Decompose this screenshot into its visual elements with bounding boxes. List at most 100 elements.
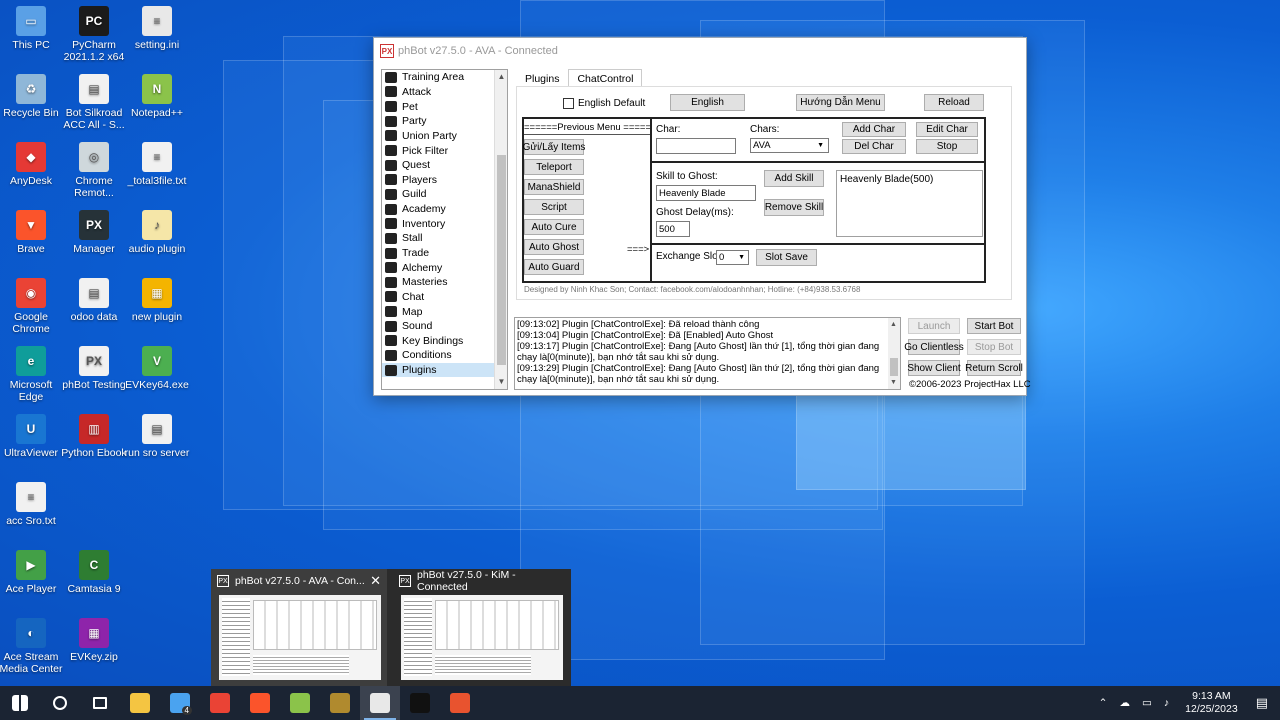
scroll-down-icon[interactable]: ▼ [495, 375, 507, 389]
exchange-slot-select[interactable]: 0 ▼ [716, 250, 749, 265]
thumbnail-kim[interactable]: PX phBot v27.5.0 - KiM - Connected [393, 569, 569, 686]
notification-icon[interactable]: ▤ [1256, 695, 1268, 711]
show-client-button[interactable]: Show Client [907, 360, 961, 376]
menu-button[interactable]: Gửi/Lấy Items [523, 139, 585, 155]
desktop-icon[interactable]: ▤ run sro server [124, 414, 190, 459]
add-skill-button[interactable]: Add Skill [764, 170, 824, 187]
menu-button[interactable]: Auto Cure [524, 219, 584, 235]
desktop-icon[interactable]: ▭ This PC [0, 6, 64, 51]
start-bot-button[interactable]: Start Bot [967, 318, 1021, 334]
cloud-icon[interactable]: ☁ [1119, 697, 1130, 709]
nav-item-attack[interactable]: Attack [382, 85, 507, 100]
desktop-icon[interactable]: ≡ _total3file.txt [124, 142, 190, 187]
char-input[interactable] [656, 138, 736, 154]
thumbnail-ava[interactable]: PX phBot v27.5.0 - AVA - Con... ✕ [211, 569, 387, 686]
close-icon[interactable]: ✕ [370, 573, 381, 589]
menu-button[interactable]: Script [524, 199, 584, 215]
nav-item-pet[interactable]: Pet [382, 99, 507, 114]
nav-scrollbar[interactable]: ▲ ▼ [494, 70, 507, 389]
nav-item-players[interactable]: Players [382, 172, 507, 187]
nav-item-party[interactable]: Party [382, 114, 507, 129]
desktop-icon[interactable]: PC PyCharm 2021.1.2 x64 [61, 6, 127, 63]
desktop-icon[interactable]: ♻ Recycle Bin [0, 74, 64, 119]
nav-list[interactable]: Training Area Attack Pet Party Union Party Pi… [381, 69, 508, 390]
desktop-icon[interactable]: PX phBot Testing [61, 346, 127, 391]
stop-bot-button[interactable]: Stop Bot [967, 339, 1021, 355]
nav-item-alchemy[interactable]: Alchemy [382, 260, 507, 275]
desktop-icon[interactable]: ≡ setting.ini [124, 6, 190, 51]
nav-item-conditions[interactable]: Conditions [382, 348, 507, 363]
nav-item-inventory[interactable]: Inventory [382, 216, 507, 231]
menu-button[interactable]: Auto Ghost [524, 239, 584, 255]
nav-item-plugins[interactable]: Plugins [382, 362, 507, 378]
slot-save-button[interactable]: Slot Save [756, 249, 817, 266]
nav-item-masteries[interactable]: Masteries [382, 275, 507, 290]
add-char-button[interactable]: Add Char [842, 122, 906, 137]
nav-item-chat[interactable]: Chat [382, 290, 507, 305]
skill-input[interactable]: Heavenly Blade [656, 185, 756, 201]
nav-item-training-area[interactable]: Training Area [382, 70, 507, 85]
brave-taskbar-button[interactable] [240, 686, 280, 720]
nav-item-trade[interactable]: Trade [382, 246, 507, 261]
menu-button[interactable]: ManaShield [524, 179, 584, 195]
clock[interactable]: 9:13 AM 12/25/2023 [1185, 690, 1238, 716]
nav-item-key-bindings[interactable]: Key Bindings [382, 334, 507, 349]
return-scroll-button[interactable]: Return Scroll [965, 360, 1023, 376]
menu-button[interactable]: Auto Guard [524, 259, 584, 275]
ghost-delay-input[interactable]: 500 [656, 221, 690, 237]
desktop-icon[interactable]: ▼ Brave [0, 210, 64, 255]
scroll-thumb[interactable] [497, 155, 506, 365]
skill-list-item[interactable]: Heavenly Blade(500) [840, 174, 979, 185]
scroll-up-icon[interactable]: ▲ [495, 70, 507, 84]
task-view-taskbar-button[interactable] [80, 686, 120, 720]
search-taskbar-button[interactable] [40, 686, 80, 720]
tab-chatcontrol[interactable]: ChatControl [568, 69, 643, 87]
guide-menu-button[interactable]: Hướng Dẫn Menu [796, 94, 885, 111]
scroll-thumb[interactable] [890, 358, 898, 376]
desktop-icon[interactable]: N Notepad++ [124, 74, 190, 119]
desktop-icon[interactable]: ◎ Chrome Remot... [61, 142, 127, 199]
tab-plugins[interactable]: Plugins [516, 69, 568, 87]
edit-char-button[interactable]: Edit Char [916, 122, 978, 137]
desktop-icon[interactable]: ◐ Ace Stream Media Center [0, 618, 64, 675]
phbot-taskbar-button[interactable] [360, 686, 400, 720]
chevron-up-icon[interactable]: ⌃ [1099, 697, 1108, 709]
chrome-taskbar-button[interactable] [200, 686, 240, 720]
desktop-icon[interactable]: ▥ Python Ebook [61, 414, 127, 459]
desktop-icon[interactable]: e Microsoft Edge [0, 346, 64, 403]
nav-item-pick-filter[interactable]: Pick Filter [382, 143, 507, 158]
notepadpp-taskbar-button[interactable] [280, 686, 320, 720]
del-char-button[interactable]: Del Char [842, 139, 906, 154]
desktop-icon[interactable]: ▶ Ace Player [0, 550, 64, 595]
launch-button[interactable]: Launch [908, 318, 960, 334]
desktop-icon[interactable]: C Camtasia 9 [61, 550, 127, 595]
phbot-manager-taskbar-button[interactable] [400, 686, 440, 720]
nav-item-guild[interactable]: Guild [382, 187, 507, 202]
desktop-icon[interactable]: ◉ Google Chrome [0, 278, 64, 335]
skill-list[interactable]: Heavenly Blade(500) [836, 170, 983, 237]
reload-button[interactable]: Reload [924, 94, 984, 111]
nav-item-academy[interactable]: Academy [382, 202, 507, 217]
nav-item-map[interactable]: Map [382, 304, 507, 319]
stop-button[interactable]: Stop [916, 139, 978, 154]
menu-button[interactable]: Teleport [524, 159, 584, 175]
log-scrollbar[interactable]: ▲ ▼ [888, 318, 900, 389]
desktop-icon[interactable]: ▦ EVKey.zip [61, 618, 127, 663]
desktop-icon[interactable]: ▦ new plugin [124, 278, 190, 323]
mail-taskbar-button[interactable]: 4 [160, 686, 200, 720]
start-taskbar-button[interactable] [0, 686, 40, 720]
desktop-icon[interactable]: U UltraViewer [0, 414, 64, 459]
desktop-icon[interactable]: ▤ odoo data [61, 278, 127, 323]
nav-item-stall[interactable]: Stall [382, 231, 507, 246]
go-clientless-button[interactable]: Go Clientless [904, 339, 964, 355]
camtasia-taskbar-button[interactable] [440, 686, 480, 720]
desktop-icon[interactable]: ♪ audio plugin [124, 210, 190, 255]
desktop-icon[interactable]: ▤ Bot Silkroad ACC All - S... [61, 74, 127, 131]
game-taskbar-button[interactable] [320, 686, 360, 720]
desktop-icon[interactable]: PX Manager [61, 210, 127, 255]
desktop-icon[interactable]: ≡ acc Sro.txt [0, 482, 64, 527]
remove-skill-button[interactable]: Remove Skill [764, 199, 824, 216]
chars-select[interactable]: AVA ▼ [750, 138, 829, 153]
scroll-down-icon[interactable]: ▼ [890, 377, 897, 388]
english-button[interactable]: English [670, 94, 745, 111]
